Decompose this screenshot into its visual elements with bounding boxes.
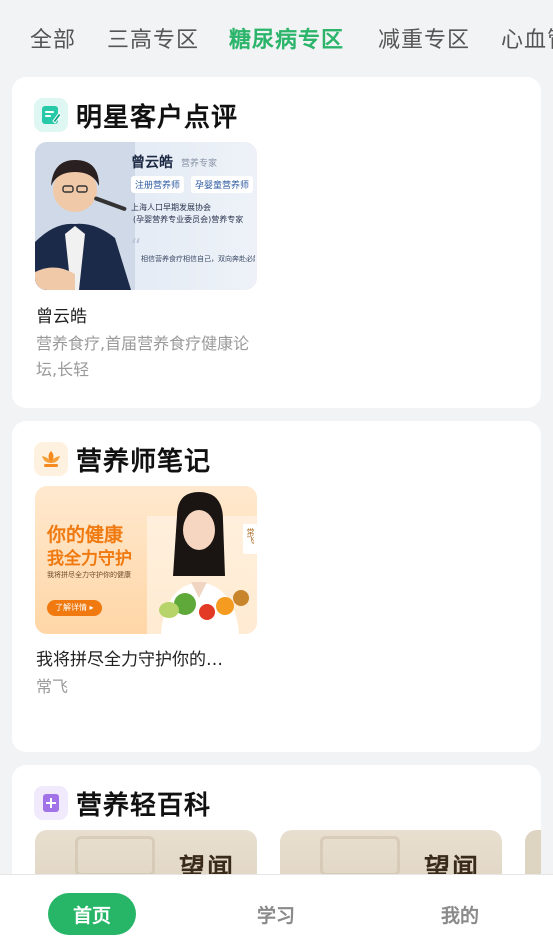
notes-title: 营养师笔记 xyxy=(76,446,212,477)
review-name[interactable]: 曾云皓 xyxy=(36,302,266,327)
nav-study[interactable]: 学习 xyxy=(232,893,320,935)
thumb-author-badge: 常飞 xyxy=(246,528,255,544)
thumb-org-line1: 上海人口早期发展协会 xyxy=(131,203,211,212)
edit-note-icon xyxy=(34,98,68,132)
thumb-headline-1: 你的健康 xyxy=(47,524,124,546)
nav-home[interactable]: 首页 xyxy=(48,893,136,935)
quote-mark-icon: “ xyxy=(131,234,142,258)
thumb-person-role: 营养专家 xyxy=(181,159,218,169)
thumb-headline-2: 我全力守护 xyxy=(47,549,132,569)
tab-cardiovascular[interactable]: 心血管 xyxy=(501,22,553,54)
tab-three-highs[interactable]: 三高专区 xyxy=(107,22,199,54)
notes-thumbnail[interactable]: 你的健康 我全力守护 我将拼尽全力守护你的健康 了解详情 ▸ 常飞 xyxy=(35,486,257,634)
thumb-tag-1: 注册营养师 xyxy=(131,176,185,193)
thumb-org-line2: (孕婴营养专业委员会)营养专家 xyxy=(133,215,244,224)
person-photo xyxy=(35,142,135,290)
reviews-title: 明星客户点评 xyxy=(76,102,239,133)
thumb-learn-more-button: 了解详情 ▸ xyxy=(47,600,102,616)
tab-weight-loss[interactable]: 减重专区 xyxy=(378,22,470,54)
reviews-card: 明星客户点评 曾云皓 营养专家 注册营养师 孕婴童营养师 上海人口早期发展协会 … xyxy=(12,77,541,408)
thumb-caption: 我将拼尽全力守护你的健康 xyxy=(47,571,131,579)
tab-diabetes[interactable]: 糖尿病专区 xyxy=(229,22,344,54)
thumb-tag-2: 孕婴童营养师 xyxy=(191,176,254,193)
bottom-nav: 首页 学习 我的 xyxy=(0,874,553,950)
notes-header: 营养师笔记 xyxy=(34,441,211,477)
note-author: 常飞 xyxy=(36,677,69,696)
reviews-header: 明星客户点评 xyxy=(34,97,238,133)
lotus-icon xyxy=(34,442,68,476)
encyclopedia-header: 营养轻百科 xyxy=(34,785,211,821)
thumb-quote: 相信营养食疗相信自己，双向奔赴必能成 xyxy=(141,255,255,263)
note-title[interactable]: 我将拼尽全力守护你的… xyxy=(36,645,258,670)
nav-mine[interactable]: 我的 xyxy=(416,893,504,935)
encyclopedia-title: 营养轻百科 xyxy=(76,790,212,821)
thumb-person-name: 曾云皓 xyxy=(131,155,173,171)
review-thumbnail[interactable]: 曾云皓 营养专家 注册营养师 孕婴童营养师 上海人口早期发展协会 (孕婴营养专业… xyxy=(35,142,257,290)
notes-card: 营养师笔记 你的健康 我全力守护 我将拼尽全力守护你的健康 了解详情 ▸ 常飞 … xyxy=(12,421,541,752)
category-tabs: 全部 三高专区 糖尿病专区 减重专区 心血管 xyxy=(0,0,553,78)
tab-all[interactable]: 全部 xyxy=(30,22,76,54)
review-description: 营养食疗,首届营养食疗健康论坛,长轻 xyxy=(36,334,250,379)
book-plus-icon xyxy=(34,786,68,820)
nutritionist-photo xyxy=(147,492,257,634)
